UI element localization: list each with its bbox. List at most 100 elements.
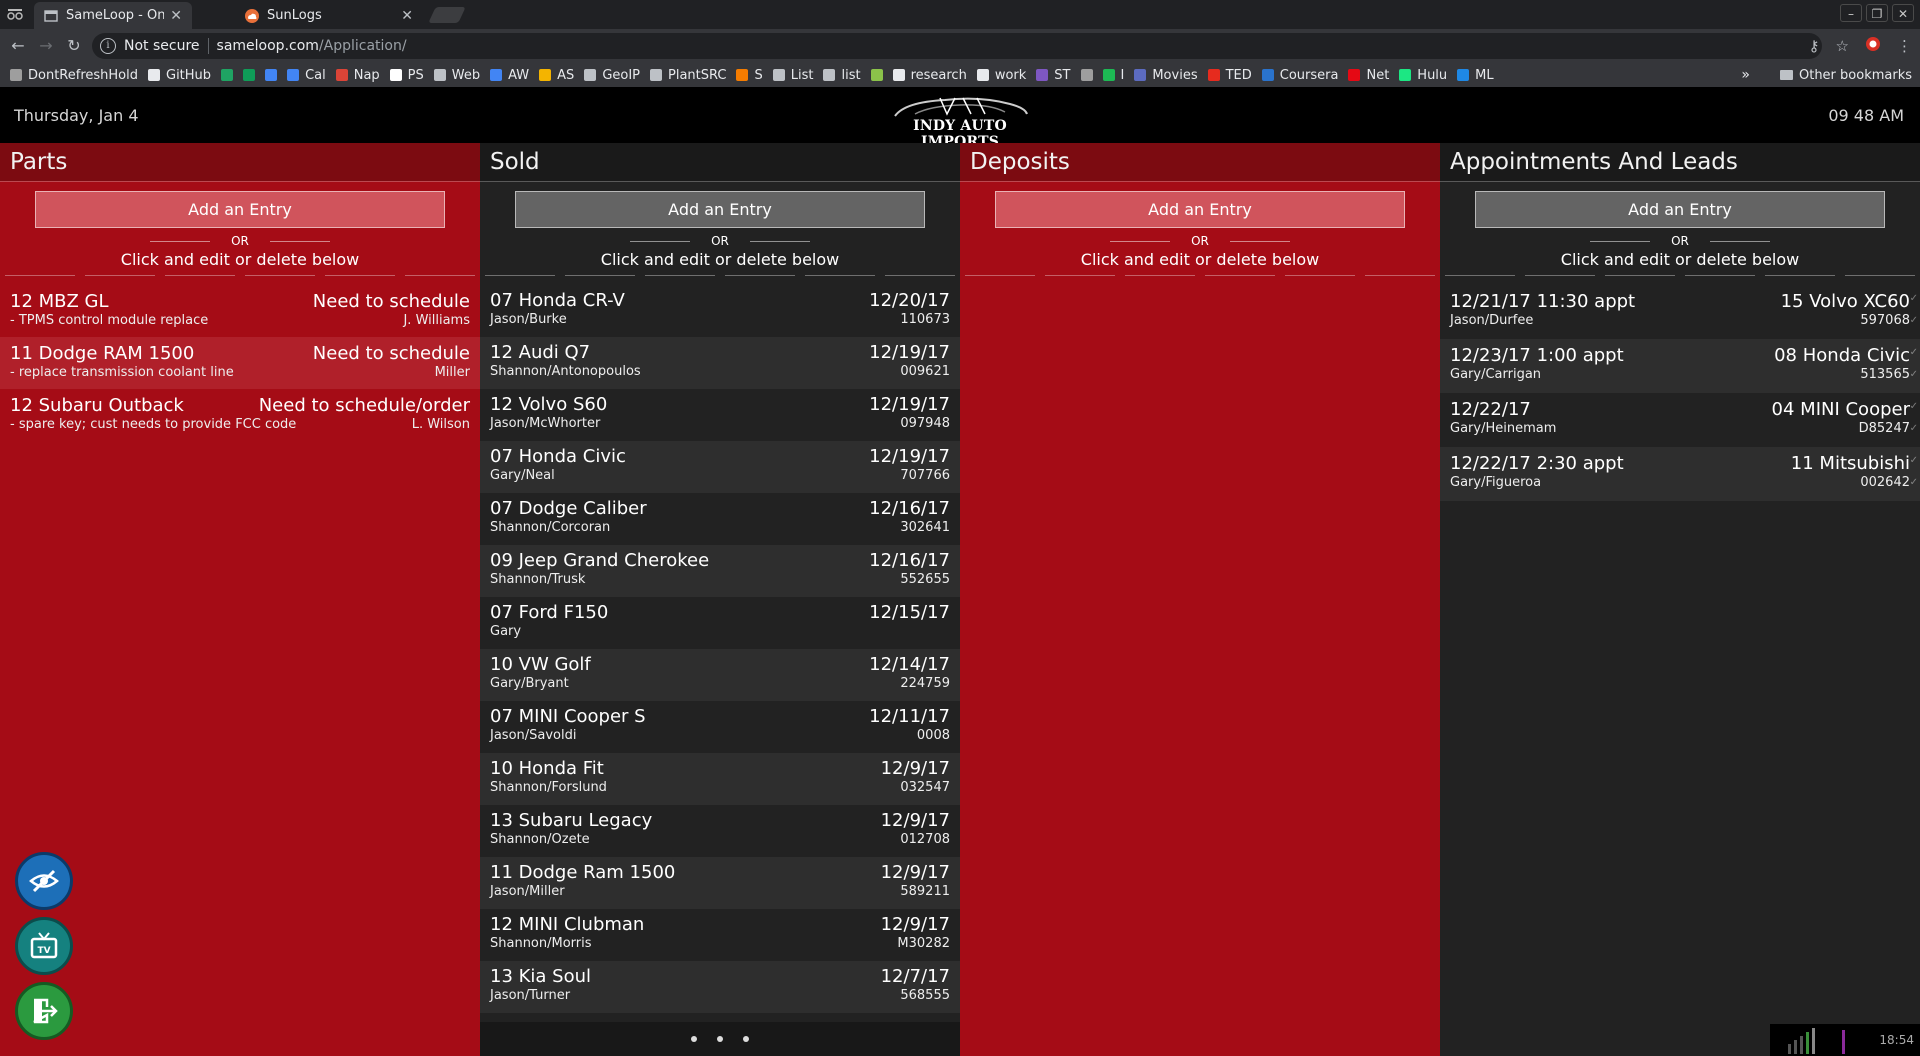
parts-list: 12 MBZ GL - TPMS control module replace Ne… (0, 285, 480, 441)
bookmark-item[interactable]: Cal (287, 68, 326, 83)
bookmark-item[interactable] (221, 69, 234, 81)
bookmark-item[interactable]: PlantSRC (650, 68, 726, 83)
list-item[interactable]: 12 Audi Q7 Shannon/Antonopoulos 12/19/17 00… (480, 337, 960, 389)
hide-button[interactable] (15, 852, 73, 910)
item-title: 07 Ford F150 (490, 602, 609, 623)
bookmark-item[interactable]: list (823, 68, 861, 83)
tab-label: SameLoop - On the (66, 8, 165, 23)
exit-button[interactable] (15, 982, 73, 1040)
list-item[interactable]: 12 Volvo S60 Jason/McWhorter 12/19/17 09794… (480, 389, 960, 441)
list-item[interactable]: 13 Kia Soul Jason/Turner 12/7/17 568555 (480, 961, 960, 1013)
forward-icon[interactable]: → (36, 36, 56, 56)
item-right: 12/15/17 (869, 602, 950, 623)
list-item[interactable]: 12 MBZ GL - TPMS control module replace Ne… (0, 285, 480, 337)
bookmark-item[interactable] (1080, 69, 1093, 81)
bookmark-item[interactable]: List (772, 68, 813, 83)
bookmark-item[interactable] (243, 69, 256, 81)
deposits-column: Deposits Add an Entry OR Click and edit … (960, 143, 1440, 1056)
list-item[interactable]: 12 MINI Clubman Shannon/Morris 12/9/17 M302… (480, 909, 960, 961)
item-right-sub: 513565 (1860, 367, 1910, 382)
tab-sunlogs[interactable]: SunLogs ✕ (235, 2, 423, 29)
more-menu-icon[interactable]: ⋮ (1897, 37, 1912, 55)
window-menu-icon[interactable] (6, 6, 24, 22)
bookmark-item[interactable]: GeoIP (584, 68, 640, 83)
bookmark-item[interactable]: Nap (335, 68, 380, 83)
list-item[interactable]: 12/22/17 Gary/Heinemam 04 MINI Cooper D8524… (1440, 393, 1920, 447)
bookmark-item[interactable]: Hulu (1399, 68, 1447, 83)
restore-button[interactable]: ❐ (1866, 4, 1888, 22)
bookmark-icon (1207, 69, 1220, 81)
bookmark-item[interactable]: Web (433, 68, 480, 83)
bookmark-item[interactable]: ST (1036, 68, 1071, 83)
bookmark-item[interactable] (870, 69, 883, 81)
check-icon[interactable]: ✓ (1910, 293, 1918, 304)
bookmark-item[interactable]: ML (1457, 68, 1494, 83)
bookmark-icon (736, 69, 749, 81)
extension-icon[interactable] (1865, 36, 1881, 56)
bookmark-item[interactable]: work (976, 68, 1026, 83)
bookmarks-overflow-button[interactable]: » (1741, 63, 1750, 87)
bookmark-item[interactable]: AW (490, 68, 529, 83)
bookmark-item[interactable]: GitHub (148, 68, 211, 83)
list-item[interactable]: 09 Jeep Grand Cherokee Shannon/Trusk 12/16… (480, 545, 960, 597)
item-title: 07 Honda CR-V (490, 290, 625, 311)
bookmark-item[interactable]: Coursera (1261, 68, 1338, 83)
bookmark-item[interactable]: PS (389, 68, 424, 83)
add-entry-button[interactable]: Add an Entry (515, 191, 925, 228)
address-bar[interactable]: i Not secure sameloop.com/Application/ (92, 33, 1822, 59)
item-sub: Jason/Turner (490, 988, 571, 1003)
star-icon[interactable]: ☆ (1836, 37, 1849, 55)
key-icon[interactable]: ⚷ (1809, 37, 1820, 55)
check-icon[interactable]: ✓ (1910, 401, 1918, 412)
add-entry-button[interactable]: Add an Entry (35, 191, 445, 228)
close-icon[interactable]: ✕ (401, 8, 413, 24)
page-dot[interactable] (717, 1036, 723, 1042)
bookmark-icon (976, 69, 989, 81)
check-icon[interactable]: ✓ (1910, 347, 1918, 358)
other-bookmarks[interactable]: Other bookmarks (1779, 63, 1912, 87)
check-icon[interactable]: ✓ (1910, 477, 1918, 488)
list-item[interactable]: 12/21/17 11:30 appt Jason/Durfee 15 Volvo … (1440, 285, 1920, 339)
header-date: Thursday, Jan 4 (14, 106, 139, 125)
list-item[interactable]: 07 MINI Cooper S Jason/Savoldi 12/11/17 000… (480, 701, 960, 753)
minimize-button[interactable]: – (1840, 4, 1862, 22)
list-item[interactable]: 13 Subaru Legacy Shannon/Ozete 12/9/17 0127… (480, 805, 960, 857)
close-icon[interactable]: ✕ (170, 8, 182, 24)
list-item[interactable]: 12 Subaru Outback - spare key; cust needs… (0, 389, 480, 441)
bookmark-item[interactable]: research (892, 68, 967, 83)
page-dot[interactable] (743, 1036, 749, 1042)
list-item[interactable]: 10 Honda Fit Shannon/Forslund 12/9/17 03254… (480, 753, 960, 805)
check-icon[interactable]: ✓ (1910, 455, 1918, 466)
list-item[interactable]: 07 Honda Civic Gary/Neal 12/19/17 707766 (480, 441, 960, 493)
bookmark-item[interactable]: Net (1348, 68, 1389, 83)
check-icon[interactable]: ✓ (1910, 315, 1918, 326)
add-entry-button[interactable]: Add an Entry (995, 191, 1405, 228)
tab-sameloop[interactable]: SameLoop - On the ✕ (34, 2, 192, 29)
bookmark-item[interactable]: Movies (1134, 68, 1198, 83)
list-item[interactable]: 11 Dodge Ram 1500 Jason/Miller 12/9/17 5892… (480, 857, 960, 909)
bookmark-item[interactable]: TED (1207, 68, 1252, 83)
new-tab-button[interactable] (428, 7, 466, 23)
bookmark-item[interactable] (265, 69, 278, 81)
list-item[interactable]: 11 Dodge RAM 1500- replace transmission … (0, 337, 480, 389)
tv-button[interactable]: TV (15, 917, 73, 975)
list-item[interactable]: 10 VW Golf Gary/Bryant 12/14/17 224759 (480, 649, 960, 701)
back-icon[interactable]: ← (8, 36, 28, 56)
list-item[interactable]: 07 Ford F150 Gary 12/15/17 (480, 597, 960, 649)
check-icon[interactable]: ✓ (1910, 369, 1918, 380)
bookmark-icon (539, 69, 552, 81)
bookmark-item[interactable]: I (1102, 68, 1124, 83)
info-icon[interactable]: i (100, 38, 116, 54)
list-item[interactable]: 12/23/17 1:00 appt Gary/Carrigan 08 Honda … (1440, 339, 1920, 393)
check-icon[interactable]: ✓ (1910, 423, 1918, 434)
page-dot[interactable] (691, 1036, 697, 1042)
bookmark-item[interactable]: DontRefreshHold (10, 68, 138, 83)
close-window-button[interactable]: ✕ (1892, 4, 1914, 22)
reload-icon[interactable]: ↻ (64, 36, 84, 56)
add-entry-button[interactable]: Add an Entry (1475, 191, 1885, 228)
list-item[interactable]: 07 Dodge Caliber Shannon/Corcoran 12/16/17… (480, 493, 960, 545)
list-item[interactable]: 12/22/17 2:30 appt Gary/Figueroa 11 Mitsub… (1440, 447, 1920, 501)
bookmark-item[interactable]: AS (539, 68, 574, 83)
list-item[interactable]: 07 Honda CR-V Jason/Burke 12/20/17 110673 (480, 285, 960, 337)
bookmark-item[interactable]: S (736, 68, 763, 83)
